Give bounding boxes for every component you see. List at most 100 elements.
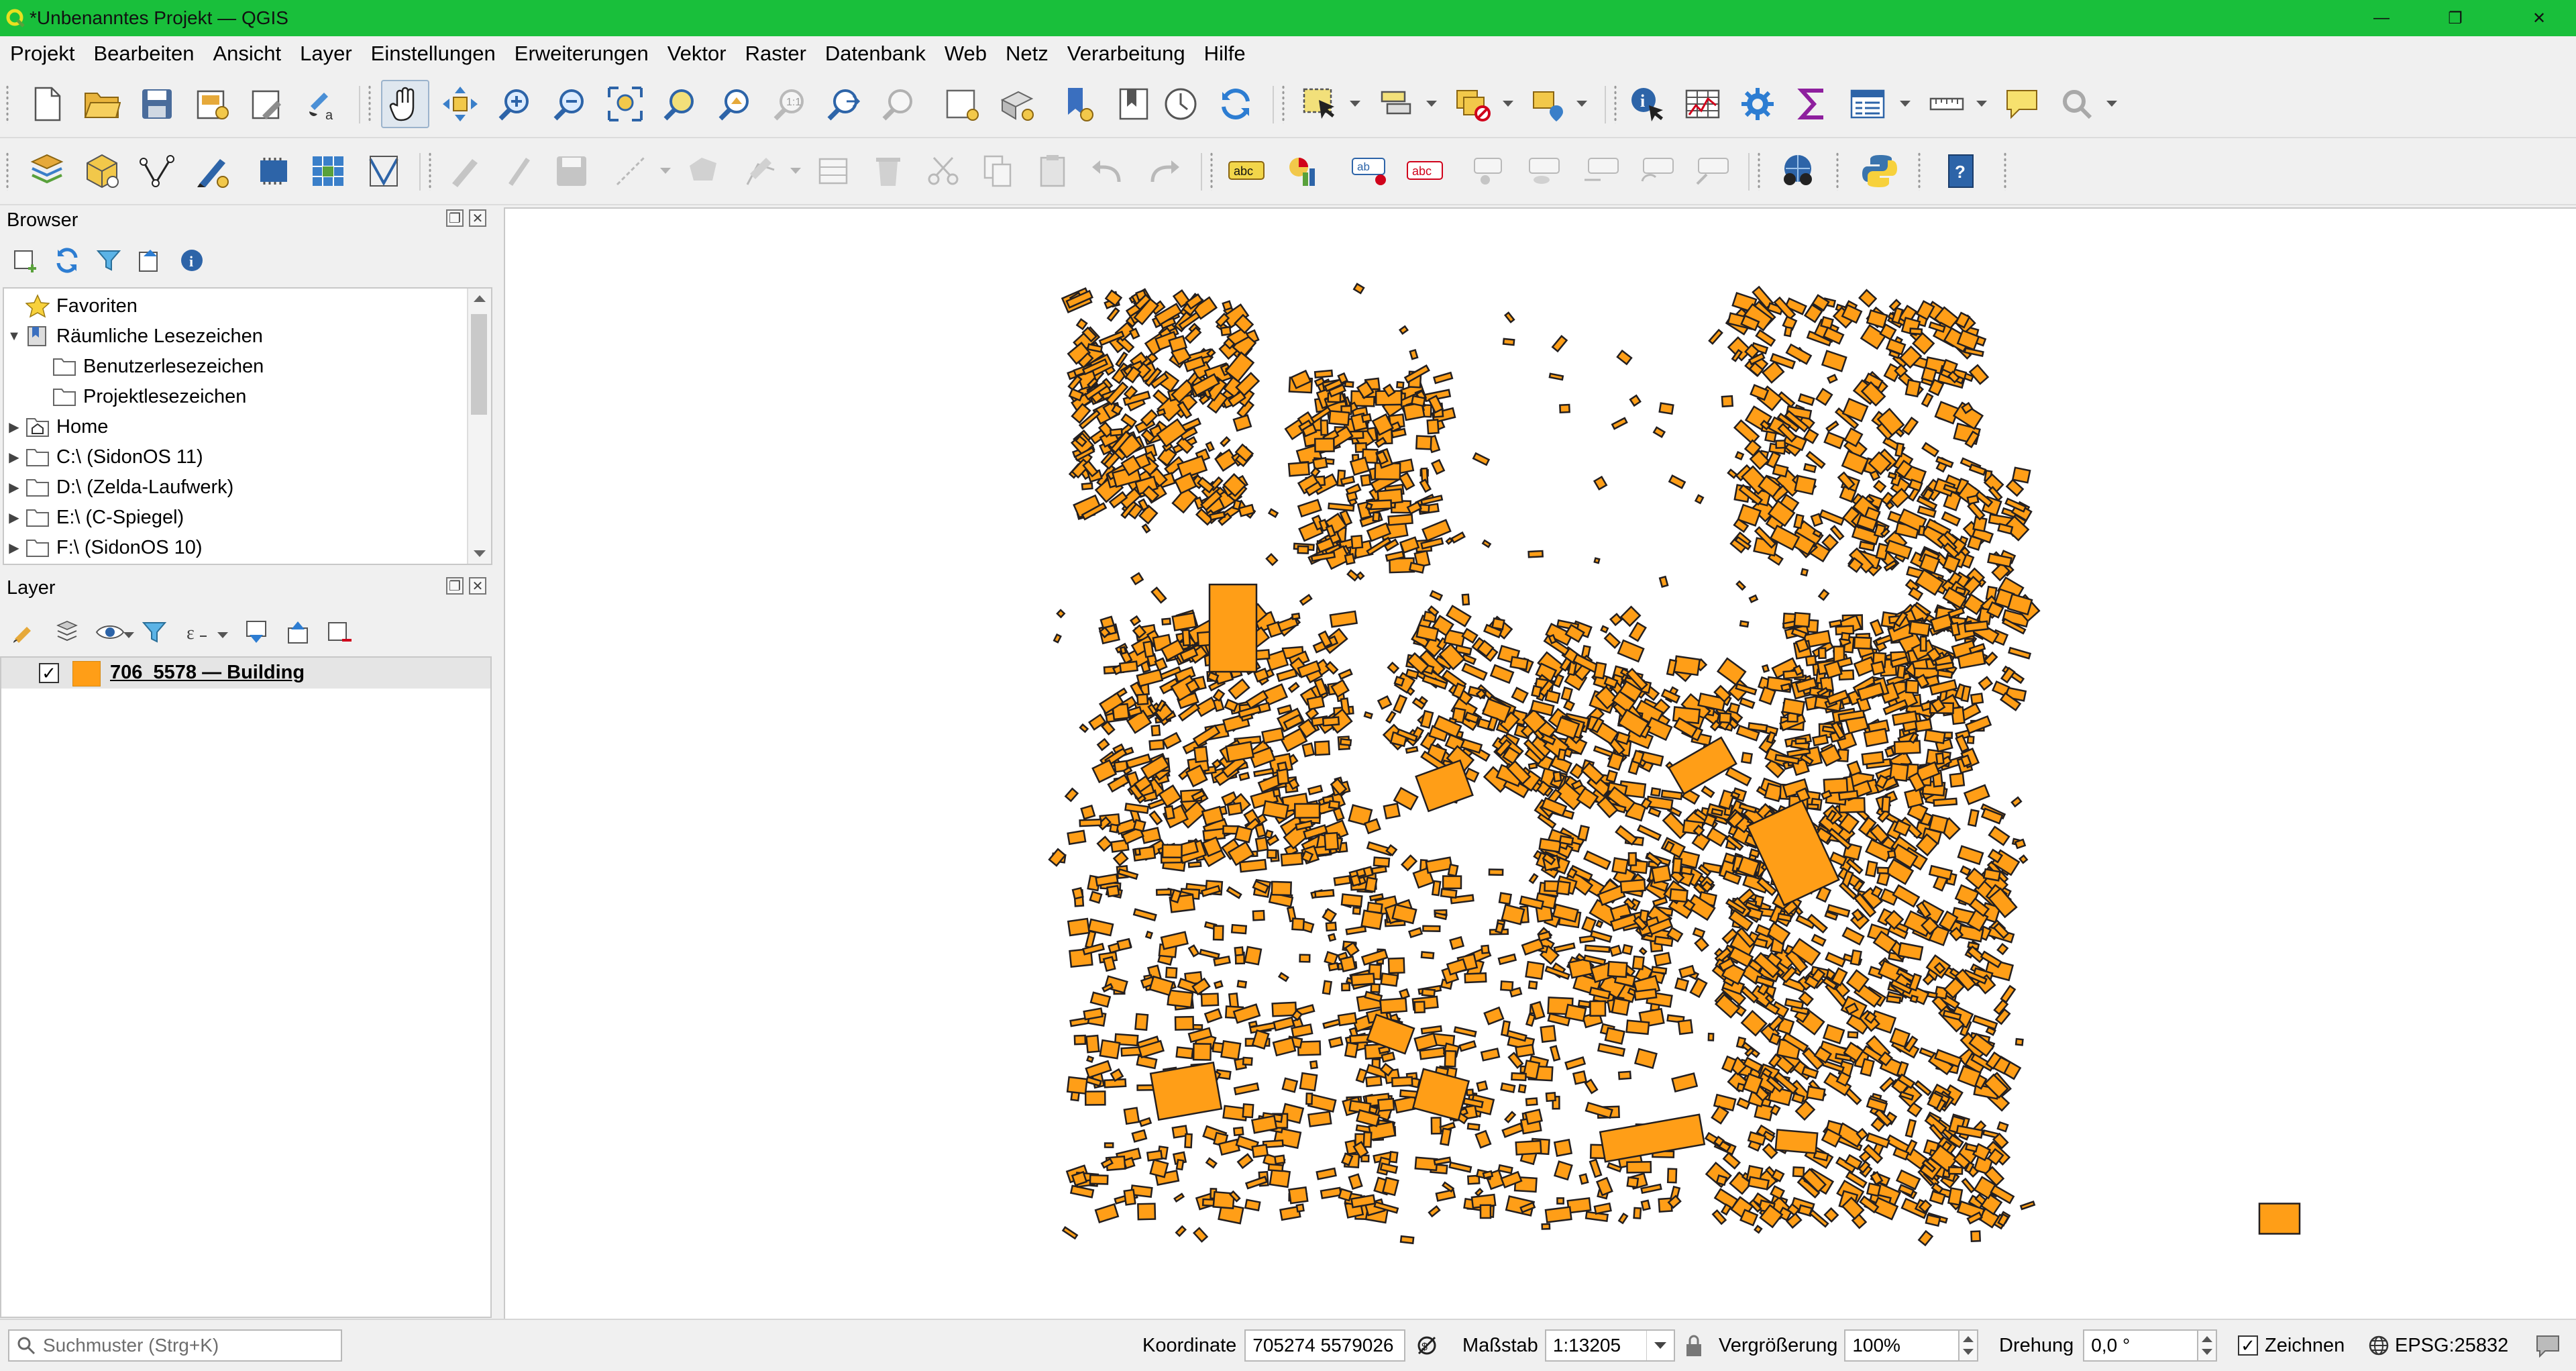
save-project-icon[interactable]	[133, 80, 181, 128]
toggle-extents-icon[interactable]: $	[1415, 1333, 1439, 1358]
tree-expander[interactable]: ▶	[4, 479, 24, 496]
save-edits-icon[interactable]	[547, 147, 596, 195]
browser-item-home[interactable]: ▶ Home	[4, 412, 108, 442]
browser-item-favorites[interactable]: Favoriten	[4, 291, 138, 321]
move-label-icon[interactable]	[1578, 147, 1626, 195]
map-canvas[interactable]	[504, 207, 2576, 1319]
annotation-dropdown-icon[interactable]	[2106, 101, 2117, 107]
browser-item-drive-c[interactable]: ▶ C:\ (SidonOS 11)	[4, 442, 203, 472]
measure-dropdown-icon[interactable]	[1976, 101, 1987, 107]
coordinate-field[interactable]: 705274 5579026	[1244, 1329, 1406, 1362]
visibility-dropdown-icon[interactable]	[123, 632, 134, 638]
zoom-next-icon[interactable]	[876, 80, 924, 128]
toolbar-grip[interactable]	[428, 152, 432, 191]
undo-icon[interactable]	[1084, 147, 1132, 195]
toolbar-grip[interactable]	[5, 152, 9, 191]
cut-features-icon[interactable]	[919, 147, 967, 195]
digitize-vertex-icon[interactable]	[133, 147, 181, 195]
float-panel-icon[interactable]: ❐	[446, 577, 464, 595]
new-temporary-layer-icon[interactable]	[188, 147, 236, 195]
menu-raster[interactable]: Raster	[735, 42, 815, 66]
rotate-label-icon[interactable]	[1633, 147, 1681, 195]
filter-legend-icon[interactable]	[137, 615, 172, 650]
zoom-to-selection-icon[interactable]	[656, 80, 704, 128]
style-manager-icon[interactable]: a	[298, 80, 346, 128]
maximize-button[interactable]: ❐	[2422, 0, 2489, 36]
expression-dropdown-icon[interactable]	[217, 632, 228, 638]
tree-expander[interactable]: ▶	[4, 540, 24, 556]
layer-styling-icon[interactable]	[7, 615, 42, 650]
scale-combobox[interactable]: 1:13205	[1544, 1329, 1675, 1362]
delete-selected-icon[interactable]	[864, 147, 912, 195]
vertex-dropdown-icon[interactable]	[790, 168, 801, 174]
attribute-form-dropdown-icon[interactable]	[1900, 101, 1911, 107]
map-tips-icon[interactable]	[1998, 80, 2046, 128]
new-project-icon[interactable]	[23, 80, 71, 128]
layer-labeling-icon[interactable]: abc	[1222, 147, 1271, 195]
new-geopackage-layer-icon[interactable]	[78, 147, 126, 195]
pan-to-selection-icon[interactable]	[436, 80, 484, 128]
zoom-native-resolution-icon[interactable]: 1:1	[766, 80, 814, 128]
scale-dropdown-icon[interactable]	[1646, 1331, 1674, 1360]
pan-hand-icon[interactable]	[381, 80, 429, 128]
zoom-full-icon[interactable]	[601, 80, 649, 128]
menu-processing[interactable]: Verarbeitung	[1057, 42, 1194, 66]
pin-labels-icon[interactable]	[1468, 147, 1516, 195]
add-group-icon[interactable]	[50, 615, 85, 650]
toggle-label-display-icon[interactable]: abc	[1401, 147, 1449, 195]
menu-edit[interactable]: Bearbeiten	[83, 42, 203, 66]
zoom-in-icon[interactable]	[491, 80, 539, 128]
search-input[interactable]: Suchmuster (Strg+K)	[8, 1329, 342, 1362]
crs-widget[interactable]: EPSG:25832	[2368, 1320, 2508, 1371]
remove-layer-icon[interactable]	[322, 615, 357, 650]
browser-item-spatial-bookmarks[interactable]: ▼ Räumliche Lesezeichen	[4, 321, 263, 351]
collapse-all-layers-icon[interactable]	[280, 615, 315, 650]
expand-all-icon[interactable]	[239, 615, 274, 650]
copy-features-icon[interactable]	[974, 147, 1022, 195]
browser-item-drive-d[interactable]: ▶ D:\ (Zelda-Laufwerk)	[4, 472, 233, 502]
layer-diagram-icon[interactable]	[1279, 147, 1327, 195]
menu-web[interactable]: Web	[934, 42, 996, 66]
minimize-button[interactable]: —	[2348, 0, 2415, 36]
menu-vector[interactable]: Vektor	[657, 42, 735, 66]
add-raster-layer-icon[interactable]	[305, 147, 353, 195]
new-3d-map-view-icon[interactable]	[993, 80, 1041, 128]
change-label-properties-icon[interactable]	[1688, 147, 1736, 195]
building-footprints-layer[interactable]	[505, 209, 2575, 1317]
filter-browser-icon[interactable]	[91, 243, 126, 278]
toolbar-grip[interactable]	[1281, 85, 1285, 123]
toggle-editing-icon[interactable]	[440, 147, 488, 195]
open-project-icon[interactable]	[78, 80, 126, 128]
deselect-dropdown-icon[interactable]	[1503, 101, 1513, 107]
metasearch-icon[interactable]	[1774, 147, 1822, 195]
processing-toolbox-icon[interactable]	[1733, 80, 1782, 128]
select-by-value-icon[interactable]	[1373, 80, 1421, 128]
add-vector-layer-icon[interactable]	[360, 147, 408, 195]
select-features-dropdown-icon[interactable]	[1350, 101, 1360, 107]
zoom-out-icon[interactable]	[546, 80, 594, 128]
tree-expander[interactable]: ▶	[4, 419, 24, 436]
current-edits-icon[interactable]	[494, 147, 542, 195]
select-by-value-dropdown-icon[interactable]	[1426, 101, 1437, 107]
menu-project[interactable]: Projekt	[0, 42, 83, 66]
highlight-pinned-labels-icon[interactable]: ab	[1346, 147, 1394, 195]
new-map-view-icon[interactable]	[938, 80, 986, 128]
menu-help[interactable]: Hilfe	[1194, 42, 1254, 66]
measure-line-icon[interactable]	[1923, 80, 1971, 128]
zoom-last-icon[interactable]	[821, 80, 869, 128]
select-location-dropdown-icon[interactable]	[1576, 101, 1587, 107]
refresh-icon[interactable]	[1212, 80, 1260, 128]
browser-item-drive-e[interactable]: ▶ E:\ (C-Spiegel)	[4, 503, 184, 532]
zoom-to-layer-icon[interactable]	[711, 80, 759, 128]
annotation-settings-icon[interactable]	[2053, 80, 2101, 128]
messages-widget[interactable]	[2534, 1320, 2561, 1371]
toolbar-grip[interactable]	[1757, 152, 1761, 191]
rotation-field[interactable]: 0,0 °	[2083, 1329, 2199, 1362]
layer-visibility-checkbox[interactable]: ✓	[39, 663, 59, 683]
manage-visibility-icon[interactable]	[93, 615, 127, 650]
identify-features-icon[interactable]: i	[1623, 80, 1672, 128]
layout-manager-icon[interactable]	[243, 80, 291, 128]
magnifier-spinner[interactable]	[1960, 1329, 1979, 1362]
toolbar-grip[interactable]	[1917, 152, 1921, 191]
menu-plugins[interactable]: Erweiterungen	[504, 42, 657, 66]
